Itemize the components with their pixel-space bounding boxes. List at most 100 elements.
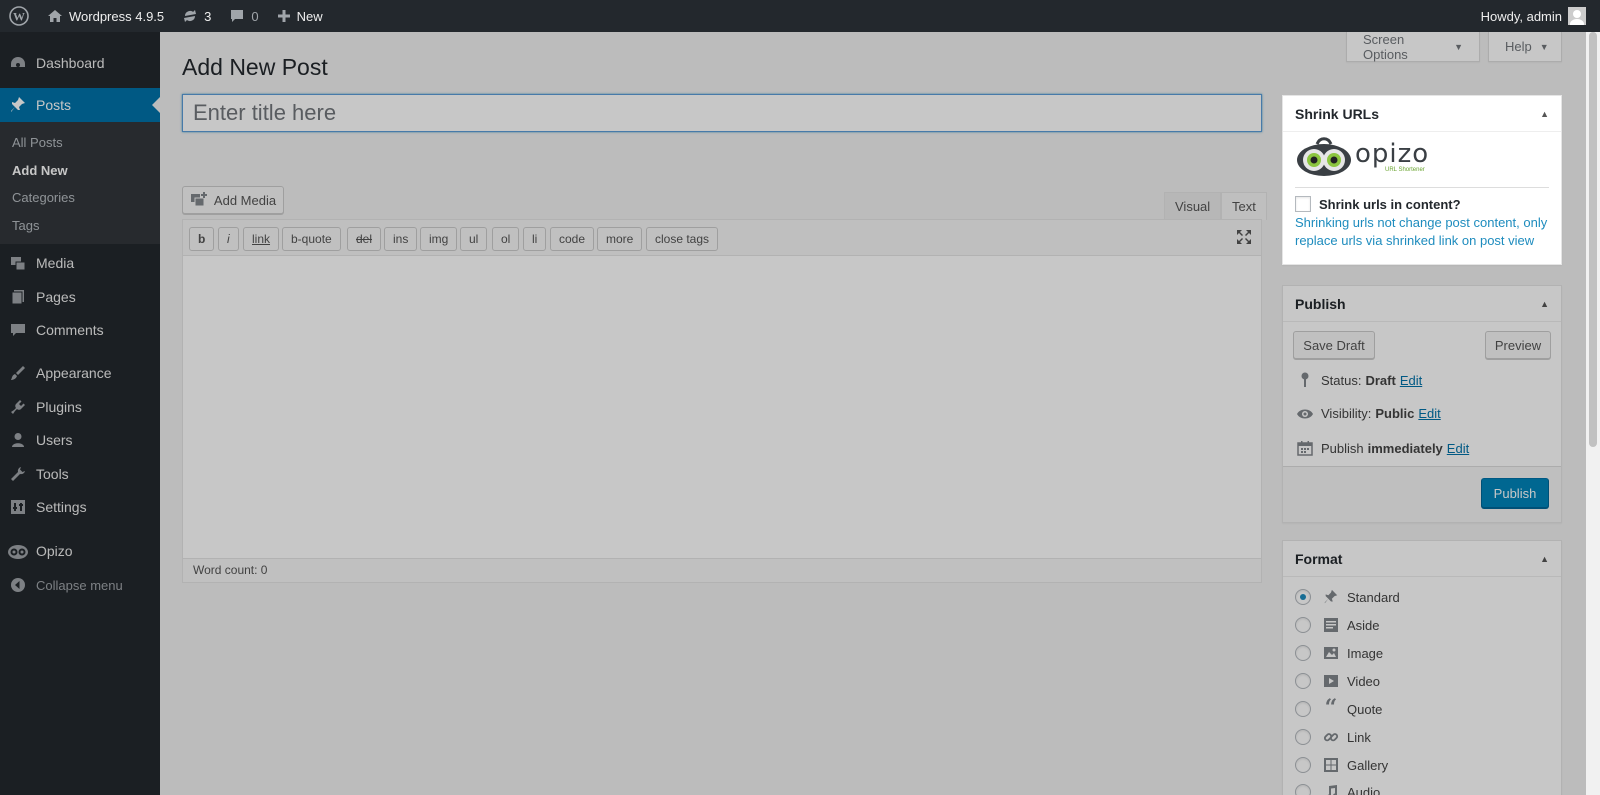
tab-text[interactable]: Text bbox=[1221, 192, 1267, 220]
pin-icon bbox=[1321, 589, 1341, 605]
post-title-input[interactable] bbox=[182, 94, 1262, 132]
qt-italic-button[interactable]: i bbox=[218, 227, 239, 251]
divider bbox=[1295, 187, 1549, 188]
collapse-menu-button[interactable]: Collapse menu bbox=[0, 568, 160, 602]
menu-appearance[interactable]: Appearance bbox=[0, 356, 160, 390]
caret-down-icon: ▼ bbox=[1454, 41, 1463, 52]
menu-opizo[interactable]: Opizo bbox=[0, 534, 160, 568]
collapse-triangle-icon[interactable]: ▲ bbox=[1540, 299, 1549, 309]
shrink-urls-option[interactable]: Shrink urls in content? bbox=[1295, 196, 1461, 212]
menu-tools-label: Tools bbox=[36, 466, 69, 482]
submenu-categories[interactable]: Categories bbox=[12, 190, 75, 205]
publish-time-edit-link[interactable]: Edit bbox=[1447, 441, 1469, 456]
add-media-button[interactable]: Add Media bbox=[182, 186, 284, 214]
qt-del-button[interactable]: del bbox=[347, 227, 382, 251]
preview-button[interactable]: Preview bbox=[1485, 331, 1551, 359]
format-option-video[interactable]: Video bbox=[1295, 673, 1380, 689]
radio-quote[interactable] bbox=[1295, 701, 1311, 717]
menu-posts[interactable]: Posts bbox=[0, 88, 160, 122]
comment-icon bbox=[0, 321, 36, 339]
qt-ins-button[interactable]: ins bbox=[384, 227, 418, 251]
qt-ul-button[interactable]: ul bbox=[460, 227, 488, 251]
qt-img-button[interactable]: img bbox=[420, 227, 458, 251]
radio-video[interactable] bbox=[1295, 673, 1311, 689]
format-box-header[interactable]: Format ▲ bbox=[1283, 541, 1561, 577]
qt-ol-button[interactable]: ol bbox=[492, 227, 520, 251]
link-icon bbox=[1321, 729, 1341, 745]
scrollbar-thumb[interactable] bbox=[1589, 32, 1597, 447]
submenu-add-new[interactable]: Add New bbox=[12, 163, 68, 178]
tab-visual[interactable]: Visual bbox=[1164, 192, 1222, 220]
shrink-urls-header[interactable]: Shrink URLs ▲ bbox=[1283, 96, 1561, 132]
help-button[interactable]: Help ▼ bbox=[1488, 32, 1562, 62]
comments-link[interactable]: 0 bbox=[220, 0, 267, 32]
updates-link[interactable]: 3 bbox=[173, 0, 220, 32]
format-box-title: Format bbox=[1295, 550, 1343, 567]
page-title: Add New Post bbox=[182, 54, 328, 80]
opizo-logo-text: opizo bbox=[1355, 139, 1430, 169]
qt-bquote-button[interactable]: b-quote bbox=[282, 227, 341, 251]
radio-link[interactable] bbox=[1295, 729, 1311, 745]
submenu-tags[interactable]: Tags bbox=[12, 218, 39, 233]
format-option-quote[interactable]: “ Quote bbox=[1295, 695, 1382, 721]
plugin-icon bbox=[0, 398, 36, 416]
publish-box: Publish ▲ Save Draft Preview Status: Dra… bbox=[1282, 285, 1562, 523]
qt-code-button[interactable]: code bbox=[550, 227, 595, 251]
qt-link-button[interactable]: link bbox=[243, 227, 280, 251]
menu-comments-label: Comments bbox=[36, 322, 104, 338]
publish-time-row: Publish immediately Edit bbox=[1295, 440, 1469, 456]
collapse-triangle-icon[interactable]: ▲ bbox=[1540, 109, 1549, 119]
qt-close-tags-button[interactable]: close tags bbox=[646, 227, 719, 251]
menu-media[interactable]: Media bbox=[0, 246, 160, 280]
radio-aside[interactable] bbox=[1295, 617, 1311, 633]
radio-gallery[interactable] bbox=[1295, 757, 1311, 773]
qt-li-button[interactable]: li bbox=[523, 227, 547, 251]
visibility-edit-link[interactable]: Edit bbox=[1418, 406, 1440, 421]
avatar bbox=[1568, 7, 1586, 25]
shrink-urls-checkbox[interactable] bbox=[1295, 196, 1311, 212]
my-account-link[interactable]: Howdy, admin bbox=[1472, 0, 1600, 32]
menu-dashboard[interactable]: Dashboard bbox=[0, 46, 160, 80]
menu-settings[interactable]: Settings bbox=[0, 490, 160, 524]
aside-icon bbox=[1321, 617, 1341, 633]
radio-image[interactable] bbox=[1295, 645, 1311, 661]
save-draft-button[interactable]: Save Draft bbox=[1293, 331, 1375, 359]
new-content-link[interactable]: New bbox=[268, 0, 332, 32]
format-option-gallery[interactable]: Gallery bbox=[1295, 757, 1388, 773]
publish-box-title: Publish bbox=[1295, 295, 1346, 312]
site-name-link[interactable]: Wordpress 4.9.5 bbox=[38, 0, 173, 32]
publish-button[interactable]: Publish bbox=[1481, 478, 1549, 508]
radio-audio[interactable] bbox=[1295, 784, 1311, 795]
status-label: Status: bbox=[1321, 372, 1362, 388]
submenu-all-posts[interactable]: All Posts bbox=[12, 135, 63, 150]
update-icon bbox=[184, 10, 197, 22]
plus-icon bbox=[277, 10, 290, 22]
qt-more-button[interactable]: more bbox=[597, 227, 643, 251]
wordpress-logo-icon[interactable]: W bbox=[0, 0, 38, 32]
post-content-textarea[interactable] bbox=[183, 257, 1261, 552]
menu-tools[interactable]: Tools bbox=[0, 457, 160, 491]
status-edit-link[interactable]: Edit bbox=[1400, 373, 1422, 388]
collapse-triangle-icon[interactable]: ▲ bbox=[1540, 554, 1549, 564]
format-option-link[interactable]: Link bbox=[1295, 729, 1371, 745]
page-scrollbar[interactable] bbox=[1586, 32, 1600, 795]
radio-standard[interactable] bbox=[1295, 589, 1311, 605]
publish-box-header[interactable]: Publish ▲ bbox=[1283, 286, 1561, 322]
menu-comments[interactable]: Comments bbox=[0, 313, 160, 347]
menu-plugins[interactable]: Plugins bbox=[0, 390, 160, 424]
menu-users[interactable]: Users bbox=[0, 423, 160, 457]
format-option-standard[interactable]: Standard bbox=[1295, 589, 1400, 605]
format-option-aside[interactable]: Aside bbox=[1295, 617, 1380, 633]
quote-icon: “ bbox=[1324, 695, 1338, 721]
collapse-menu-label: Collapse menu bbox=[36, 577, 123, 593]
fullscreen-icon[interactable] bbox=[1235, 228, 1253, 249]
format-option-audio[interactable]: Audio bbox=[1295, 784, 1380, 795]
menu-pages[interactable]: Pages bbox=[0, 280, 160, 314]
opizo-logo-tagline: URL Shortener bbox=[1385, 167, 1425, 173]
format-aside-label: Aside bbox=[1347, 617, 1380, 633]
qt-bold-button[interactable]: b bbox=[189, 227, 215, 251]
shrink-urls-checkbox-label: Shrink urls in content? bbox=[1319, 196, 1461, 212]
admin-bar: W Wordpress 4.9.5 3 0 New Howdy, admin bbox=[0, 0, 1600, 32]
format-option-image[interactable]: Image bbox=[1295, 645, 1383, 661]
screen-options-button[interactable]: Screen Options ▼ bbox=[1346, 32, 1480, 62]
